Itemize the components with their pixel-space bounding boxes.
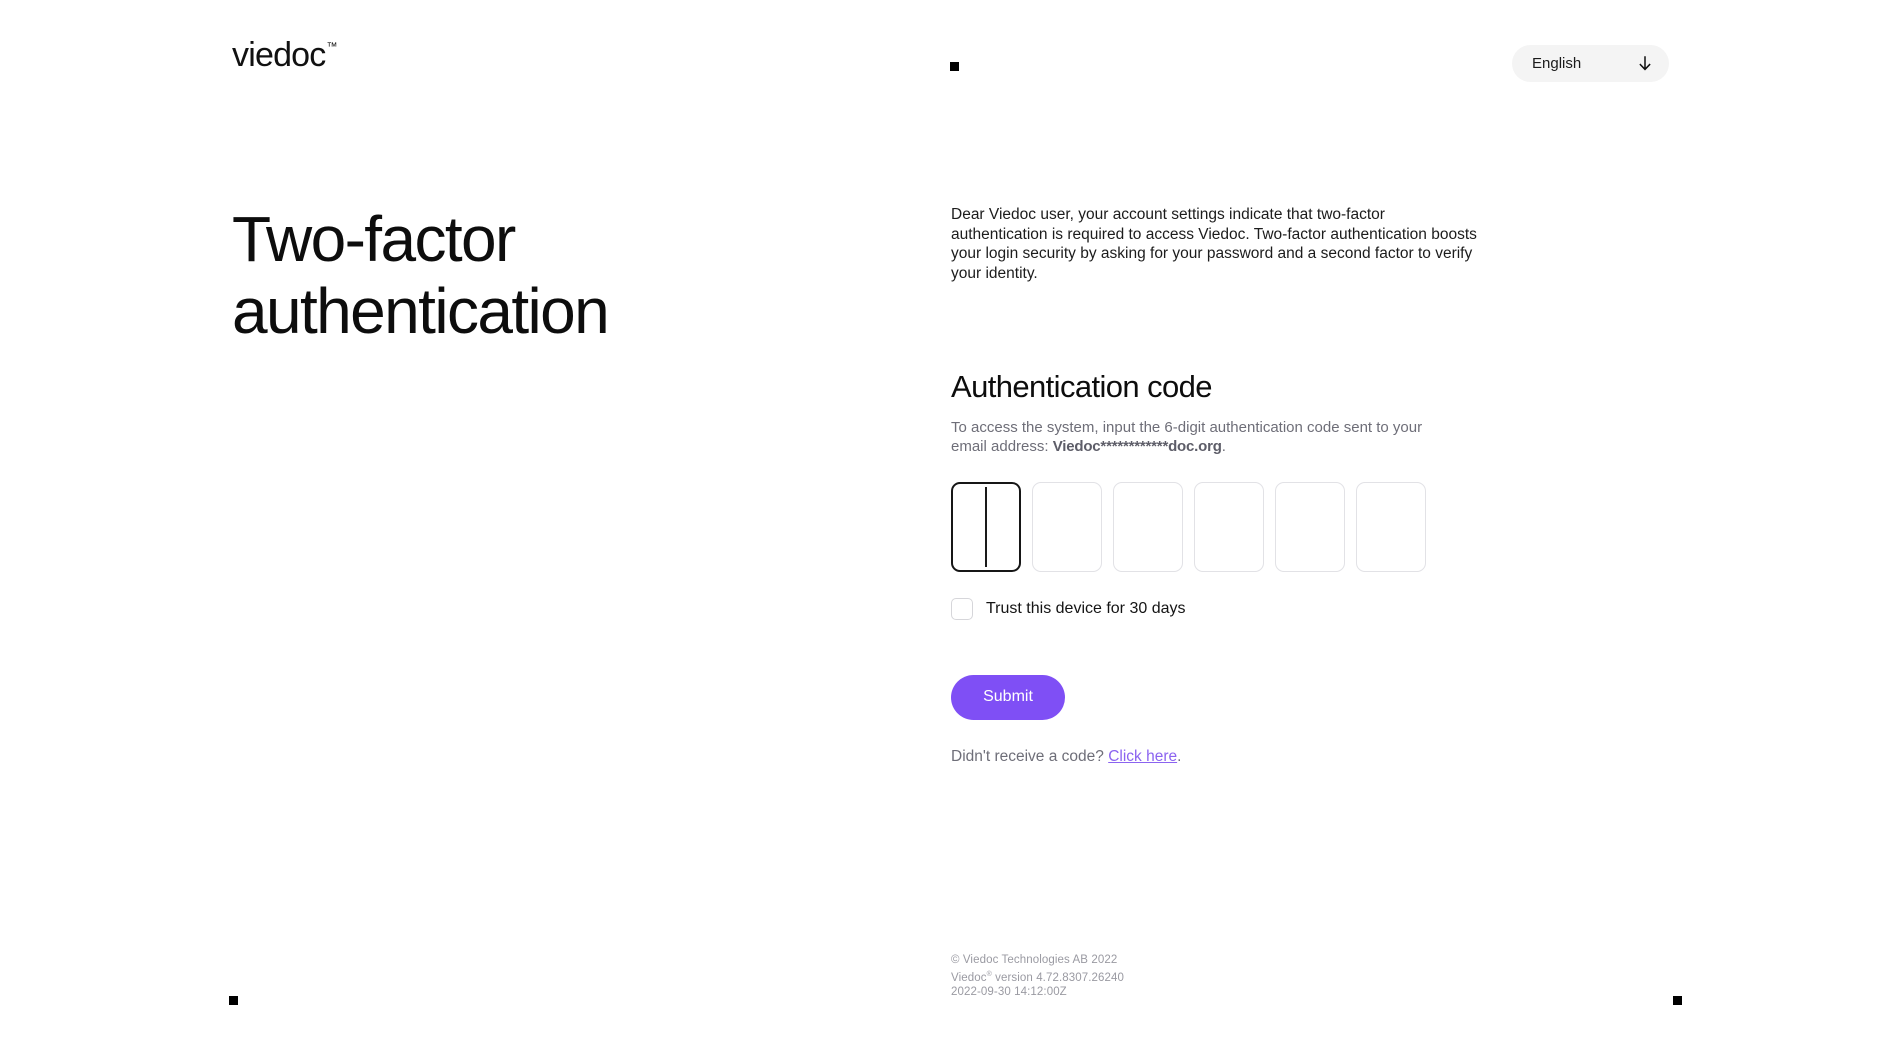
footer-timestamp: 2022-09-30 14:12:00Z [951,985,1067,998]
trust-device-label[interactable]: Trust this device for 30 days [986,600,1186,617]
login-page: viedoc™ English Two-factor authenticatio… [0,0,1903,1042]
page-title: Two-factor authentication [232,203,610,347]
viedoc-logo: viedoc™ [232,36,338,74]
footer-version-number: version 4.72.8307.26240 [991,971,1125,984]
logo-trademark-icon: ™ [326,40,338,53]
otp-digit-6[interactable] [1356,481,1426,572]
otp-digit-2[interactable] [1032,481,1102,572]
auth-panel: Dear Viedoc user, your account settings … [951,205,1491,766]
text-caret [985,486,987,567]
resend-prefix: Didn't receive a code? [951,747,1109,765]
submit-button[interactable]: Submit [951,674,1065,720]
footer-copyright: © Viedoc Technologies AB 2022 [951,954,1118,966]
arrow-down-icon [1639,55,1651,70]
resend-suffix: . [1177,747,1182,765]
logo-wordmark: viedoc [232,36,326,74]
otp-digit-1[interactable] [951,481,1021,572]
section-title: Authentication code [951,369,1213,404]
code-instructions: To access the system, input the 6-digit … [951,418,1461,456]
otp-digit-5[interactable] [1275,481,1345,572]
masked-email: Viedoc************doc.org [1052,437,1222,455]
code-instructions-suffix: . [1221,437,1226,455]
trust-device-row[interactable]: Trust this device for 30 days [951,597,1491,620]
alignment-marker-bottom-right [1673,996,1682,1005]
footer: © Viedoc Technologies AB 2022 Viedoc® ve… [951,953,1124,999]
alignment-marker-top [950,62,959,71]
resend-code-link[interactable]: Click here [1108,748,1177,765]
otp-digit-3[interactable] [1113,481,1183,572]
footer-version-brand: Viedoc [951,971,987,984]
otp-digit-4[interactable] [1194,481,1264,572]
language-selector-value: English [1532,55,1582,72]
resend-code-text: Didn't receive a code? Click here. [951,748,1491,767]
intro-paragraph: Dear Viedoc user, your account settings … [951,206,1477,282]
language-selector[interactable]: English [1512,45,1669,82]
trust-device-checkbox[interactable] [951,597,973,620]
footer-version: Viedoc® version 4.72.8307.26240 [951,968,1124,985]
alignment-marker-bottom-left [229,996,238,1005]
otp-input-group[interactable] [951,481,1491,572]
